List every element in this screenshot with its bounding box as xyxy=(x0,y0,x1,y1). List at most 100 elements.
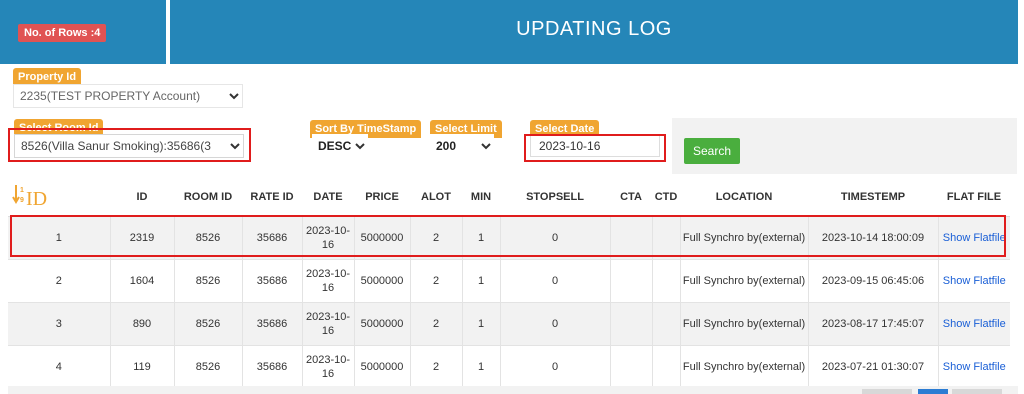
cell-timestamp: 2023-08-17 17:45:07 xyxy=(808,302,939,346)
limit-value: 200 xyxy=(436,139,457,153)
cell-stopsell: 0 xyxy=(500,259,611,303)
show-flatfile-link[interactable]: Show Flatfile xyxy=(938,345,1010,389)
table-row: 2 1604 8526 35686 2023-10-16 5000000 2 1… xyxy=(8,259,1010,303)
room-id-select[interactable]: 8526(Villa Sanur Smoking):35686(3 xyxy=(14,134,244,158)
property-id-select[interactable]: 2235(TEST PROPERTY Account) xyxy=(13,84,243,108)
col-header-alot: ALOT xyxy=(410,178,462,217)
log-table-container: 19 ID ID ROOM ID RATE ID DATE PRICE ALOT… xyxy=(8,178,1018,389)
col-header-rate-id: RATE ID xyxy=(242,178,302,217)
cell-id: 1604 xyxy=(110,259,175,303)
col-header-room-id: ROOM ID xyxy=(174,178,242,217)
chevron-down-icon xyxy=(478,142,494,150)
cell-location: Full Synchro by(external) xyxy=(680,302,809,346)
cell-stopsell: 0 xyxy=(500,302,611,346)
cell-price: 5000000 xyxy=(354,216,411,260)
cell-timestamp: 2023-09-15 06:45:06 xyxy=(808,259,939,303)
cell-location: Full Synchro by(external) xyxy=(680,345,809,389)
cell-location: Full Synchro by(external) xyxy=(680,216,809,260)
cell-alot: 2 xyxy=(410,259,463,303)
col-header-date: DATE xyxy=(302,178,354,217)
cell-price: 5000000 xyxy=(354,345,411,389)
svg-text:9: 9 xyxy=(20,197,24,204)
cell-min: 1 xyxy=(462,302,501,346)
pagination-next[interactable] xyxy=(952,389,1002,394)
cell-timestamp: 2023-07-21 01:30:07 xyxy=(808,345,939,389)
col-header-price: PRICE xyxy=(354,178,410,217)
svg-text:1: 1 xyxy=(20,187,24,194)
row-number: 3 xyxy=(8,302,111,346)
row-number: 1 xyxy=(8,216,111,260)
col-header-flat-file: FLAT FILE xyxy=(938,178,1010,217)
cell-ctd xyxy=(652,302,681,346)
col-header-location: LOCATION xyxy=(680,178,808,217)
cell-ctd xyxy=(652,345,681,389)
show-flatfile-link[interactable]: Show Flatfile xyxy=(938,259,1010,303)
pagination-current[interactable] xyxy=(918,389,948,394)
cell-ctd xyxy=(652,216,681,260)
chevron-down-icon xyxy=(352,142,368,150)
cell-ctd xyxy=(652,259,681,303)
cell-cta xyxy=(610,345,653,389)
cell-room-id: 8526 xyxy=(174,216,243,260)
cell-price: 5000000 xyxy=(354,302,411,346)
col-header-cta: CTA xyxy=(610,178,652,217)
cell-room-id: 8526 xyxy=(174,345,243,389)
search-button[interactable]: Search xyxy=(684,138,740,164)
date-input[interactable] xyxy=(530,135,660,157)
cell-room-id: 8526 xyxy=(174,302,243,346)
cell-alot: 2 xyxy=(410,216,463,260)
cell-rate-id: 35686 xyxy=(242,216,303,260)
cell-stopsell: 0 xyxy=(500,345,611,389)
header-left-panel: No. of Rows :4 xyxy=(0,0,166,64)
chevron-down-icon xyxy=(227,142,243,150)
cell-cta xyxy=(610,259,653,303)
table-row: 4 119 8526 35686 2023-10-16 5000000 2 1 … xyxy=(8,345,1010,389)
sort-column-label: ID xyxy=(26,188,48,210)
cell-min: 1 xyxy=(462,259,501,303)
cell-stopsell: 0 xyxy=(500,216,611,260)
row-count-badge: No. of Rows :4 xyxy=(18,24,107,42)
table-row: 3 890 8526 35686 2023-10-16 5000000 2 1 … xyxy=(8,302,1010,346)
chevron-down-icon xyxy=(226,92,242,100)
cell-rate-id: 35686 xyxy=(242,259,303,303)
col-header-stopsell: STOPSELL xyxy=(500,178,610,217)
cell-rate-id: 35686 xyxy=(242,345,303,389)
cell-min: 1 xyxy=(462,216,501,260)
page-title: UPDATING LOG xyxy=(516,18,672,40)
header-bar: UPDATING LOG xyxy=(170,0,1018,64)
cell-rate-id: 35686 xyxy=(242,302,303,346)
table-header-row: 19 ID ID ROOM ID RATE ID DATE PRICE ALOT… xyxy=(8,178,1010,217)
sort-timestamp-select[interactable]: DESC xyxy=(312,134,368,158)
cell-timestamp: 2023-10-14 18:00:09 xyxy=(808,216,939,260)
table-row: 1 2319 8526 35686 2023-10-16 5000000 2 1… xyxy=(8,216,1010,260)
col-header-ctd: CTD xyxy=(652,178,680,217)
cell-id: 890 xyxy=(110,302,175,346)
sort-column-header[interactable]: 19 ID xyxy=(8,178,110,217)
room-id-value: 8526(Villa Sanur Smoking):35686(3 xyxy=(21,139,211,153)
col-header-min: MIN xyxy=(462,178,500,217)
log-table: 19 ID ID ROOM ID RATE ID DATE PRICE ALOT… xyxy=(8,178,1010,389)
show-flatfile-link[interactable]: Show Flatfile xyxy=(938,216,1010,260)
cell-date: 2023-10-16 xyxy=(302,345,355,389)
property-id-value: 2235(TEST PROPERTY Account) xyxy=(20,89,201,103)
cell-date: 2023-10-16 xyxy=(302,216,355,260)
row-number: 2 xyxy=(8,259,111,303)
cell-min: 1 xyxy=(462,345,501,389)
cell-cta xyxy=(610,216,653,260)
cell-price: 5000000 xyxy=(354,259,411,303)
cell-room-id: 8526 xyxy=(174,259,243,303)
cell-id: 119 xyxy=(110,345,175,389)
sort-descending-icon[interactable]: 19 xyxy=(12,183,26,205)
limit-select[interactable]: 200 xyxy=(430,134,494,158)
show-flatfile-link[interactable]: Show Flatfile xyxy=(938,302,1010,346)
cell-date: 2023-10-16 xyxy=(302,302,355,346)
cell-location: Full Synchro by(external) xyxy=(680,259,809,303)
cell-id: 2319 xyxy=(110,216,175,260)
cell-alot: 2 xyxy=(410,302,463,346)
cell-cta xyxy=(610,302,653,346)
col-header-id: ID xyxy=(110,178,174,217)
cell-alot: 2 xyxy=(410,345,463,389)
pagination-prev[interactable] xyxy=(862,389,912,394)
col-header-timestamp: TIMESTEMP xyxy=(808,178,938,217)
row-number: 4 xyxy=(8,345,111,389)
